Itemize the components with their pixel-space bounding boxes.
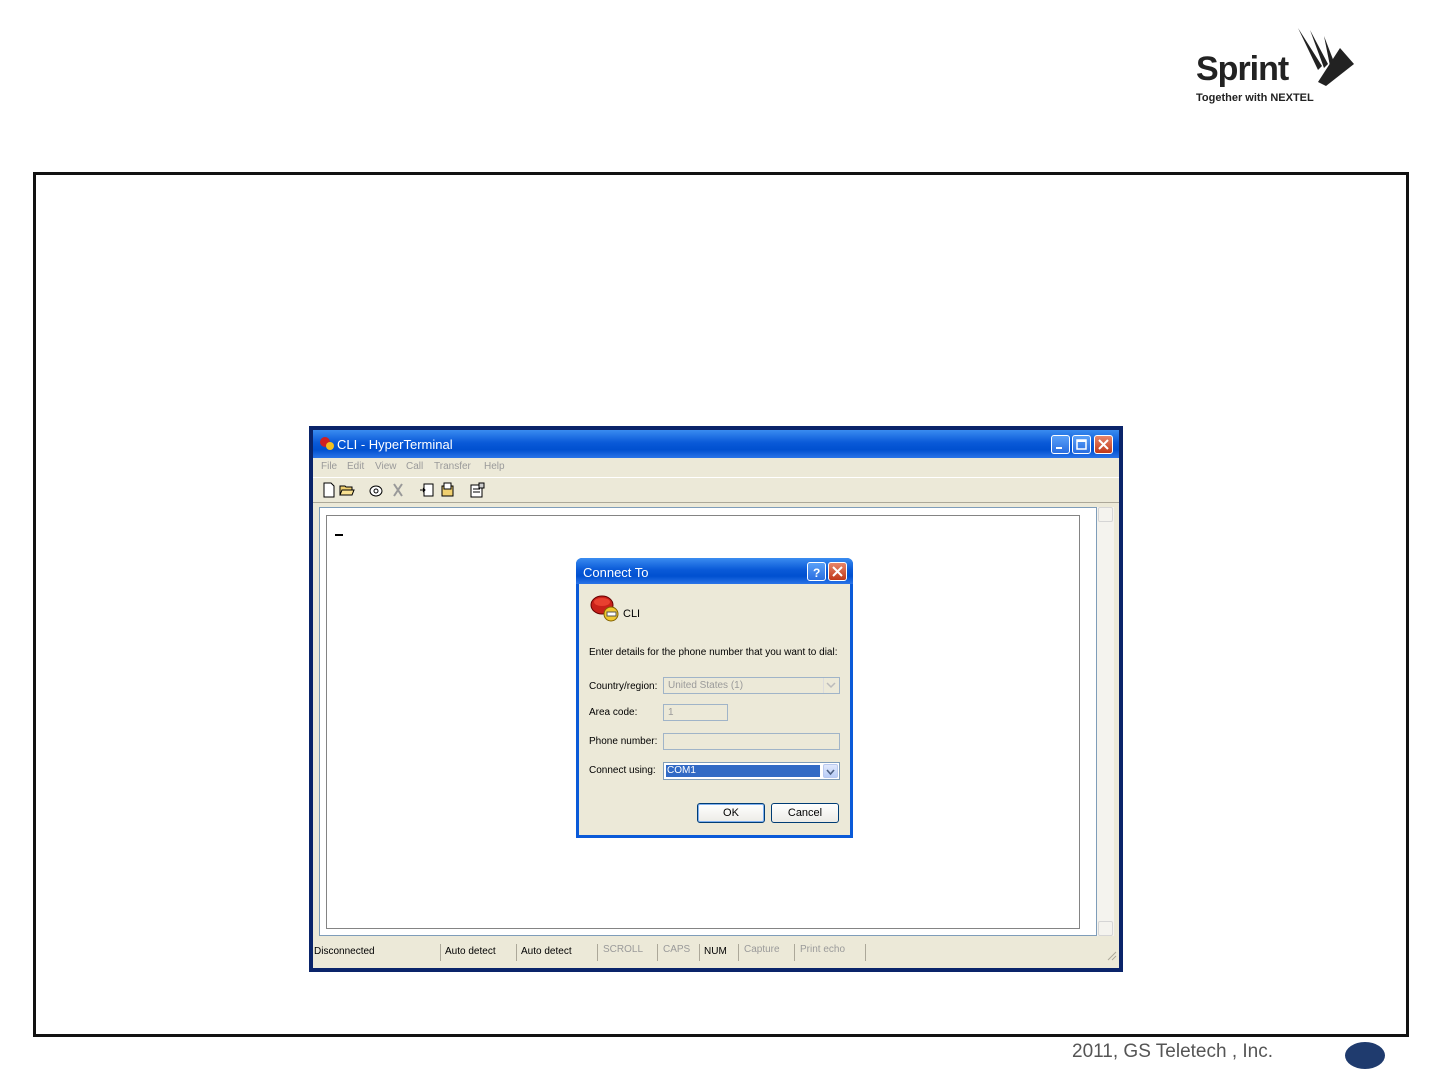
sprint-wing-icon <box>1298 28 1354 86</box>
dialog-body: CLI Enter details for the phone number t… <box>579 584 850 835</box>
dialog-close-button[interactable] <box>828 562 847 581</box>
receive-icon[interactable] <box>440 482 456 498</box>
country-value: United States (1) <box>668 680 744 691</box>
svg-text:?: ? <box>813 566 820 579</box>
dialog-title: Connect To <box>583 565 649 580</box>
resize-grip-icon[interactable] <box>1105 949 1117 961</box>
help-icon: ? <box>813 566 820 579</box>
minimize-button[interactable] <box>1051 435 1070 454</box>
chevron-down-icon <box>823 678 839 693</box>
phone-number-input[interactable] <box>663 733 840 750</box>
chevron-down-icon[interactable] <box>823 764 838 778</box>
connect-using-label: Connect using: <box>589 765 656 776</box>
country-select[interactable]: United States (1) <box>663 677 840 694</box>
area-code-label: Area code: <box>589 707 638 718</box>
status-caps: CAPS <box>663 944 691 955</box>
status-scroll: SCROLL <box>603 944 644 955</box>
connection-name: CLI <box>623 608 641 620</box>
menu-view[interactable]: View <box>375 461 397 472</box>
close-button[interactable] <box>1094 435 1113 454</box>
close-icon <box>1098 439 1109 450</box>
send-icon[interactable] <box>419 482 435 498</box>
menu-bar: File Edit View Call Transfer Help <box>313 458 1119 476</box>
new-icon[interactable] <box>321 482 337 498</box>
window-titlebar[interactable]: CLI - HyperTerminal <box>313 430 1119 458</box>
maximize-button[interactable] <box>1072 435 1091 454</box>
vertical-scrollbar[interactable] <box>1097 507 1114 936</box>
status-detect-2: Auto detect <box>521 946 572 957</box>
hyperterminal-app-icon <box>320 437 334 450</box>
status-connection: Disconnected <box>314 946 375 957</box>
sprint-logo: Sprint Together with NEXTEL <box>1190 26 1360 106</box>
scroll-up-arrow-icon[interactable] <box>1098 507 1113 522</box>
help-button[interactable]: ? <box>807 562 826 581</box>
call-icon[interactable] <box>368 482 384 498</box>
country-label: Country/region: <box>589 681 658 692</box>
status-bar: Disconnected Auto detect Auto detect SCR… <box>313 941 1119 964</box>
brand-name: Sprint <box>1196 50 1289 88</box>
scroll-down-arrow-icon[interactable] <box>1098 921 1113 936</box>
dialog-titlebar[interactable]: Connect To ? <box>576 558 853 584</box>
phone-number-label: Phone number: <box>589 736 658 747</box>
disconnect-icon[interactable] <box>390 482 406 498</box>
menu-transfer[interactable]: Transfer <box>434 461 471 472</box>
dialog-instruction: Enter details for the phone number that … <box>589 647 838 658</box>
phone-connection-icon <box>590 595 619 622</box>
toolbar <box>313 477 1119 503</box>
status-num: NUM <box>704 946 727 957</box>
menu-file[interactable]: File <box>321 461 337 472</box>
connect-to-dialog: Connect To ? CLI Enter details for the p… <box>576 558 853 838</box>
copyright-text: 2011, GS Teletech , Inc. <box>1072 1041 1274 1062</box>
status-capture: Capture <box>744 944 780 955</box>
menu-call[interactable]: Call <box>406 461 423 472</box>
cancel-button[interactable]: Cancel <box>771 803 839 823</box>
status-detect-1: Auto detect <box>445 946 496 957</box>
menu-help[interactable]: Help <box>484 461 505 472</box>
ok-button[interactable]: OK <box>697 803 765 823</box>
minimize-icon <box>1056 447 1062 449</box>
open-icon[interactable] <box>339 482 355 498</box>
properties-icon[interactable] <box>469 482 485 498</box>
area-code-value: 1 <box>668 707 674 718</box>
page-number-badge <box>1345 1042 1385 1069</box>
window-title: CLI - HyperTerminal <box>337 437 453 452</box>
connect-using-value: COM1 <box>666 765 820 777</box>
maximize-icon <box>1076 439 1087 450</box>
connect-using-select[interactable]: COM1 <box>663 762 840 780</box>
menu-edit[interactable]: Edit <box>347 461 364 472</box>
brand-tagline: Together with NEXTEL <box>1196 92 1314 104</box>
area-code-input[interactable]: 1 <box>663 704 728 721</box>
status-print-echo: Print echo <box>800 944 846 955</box>
terminal-cursor <box>335 534 343 536</box>
close-icon <box>832 566 843 577</box>
